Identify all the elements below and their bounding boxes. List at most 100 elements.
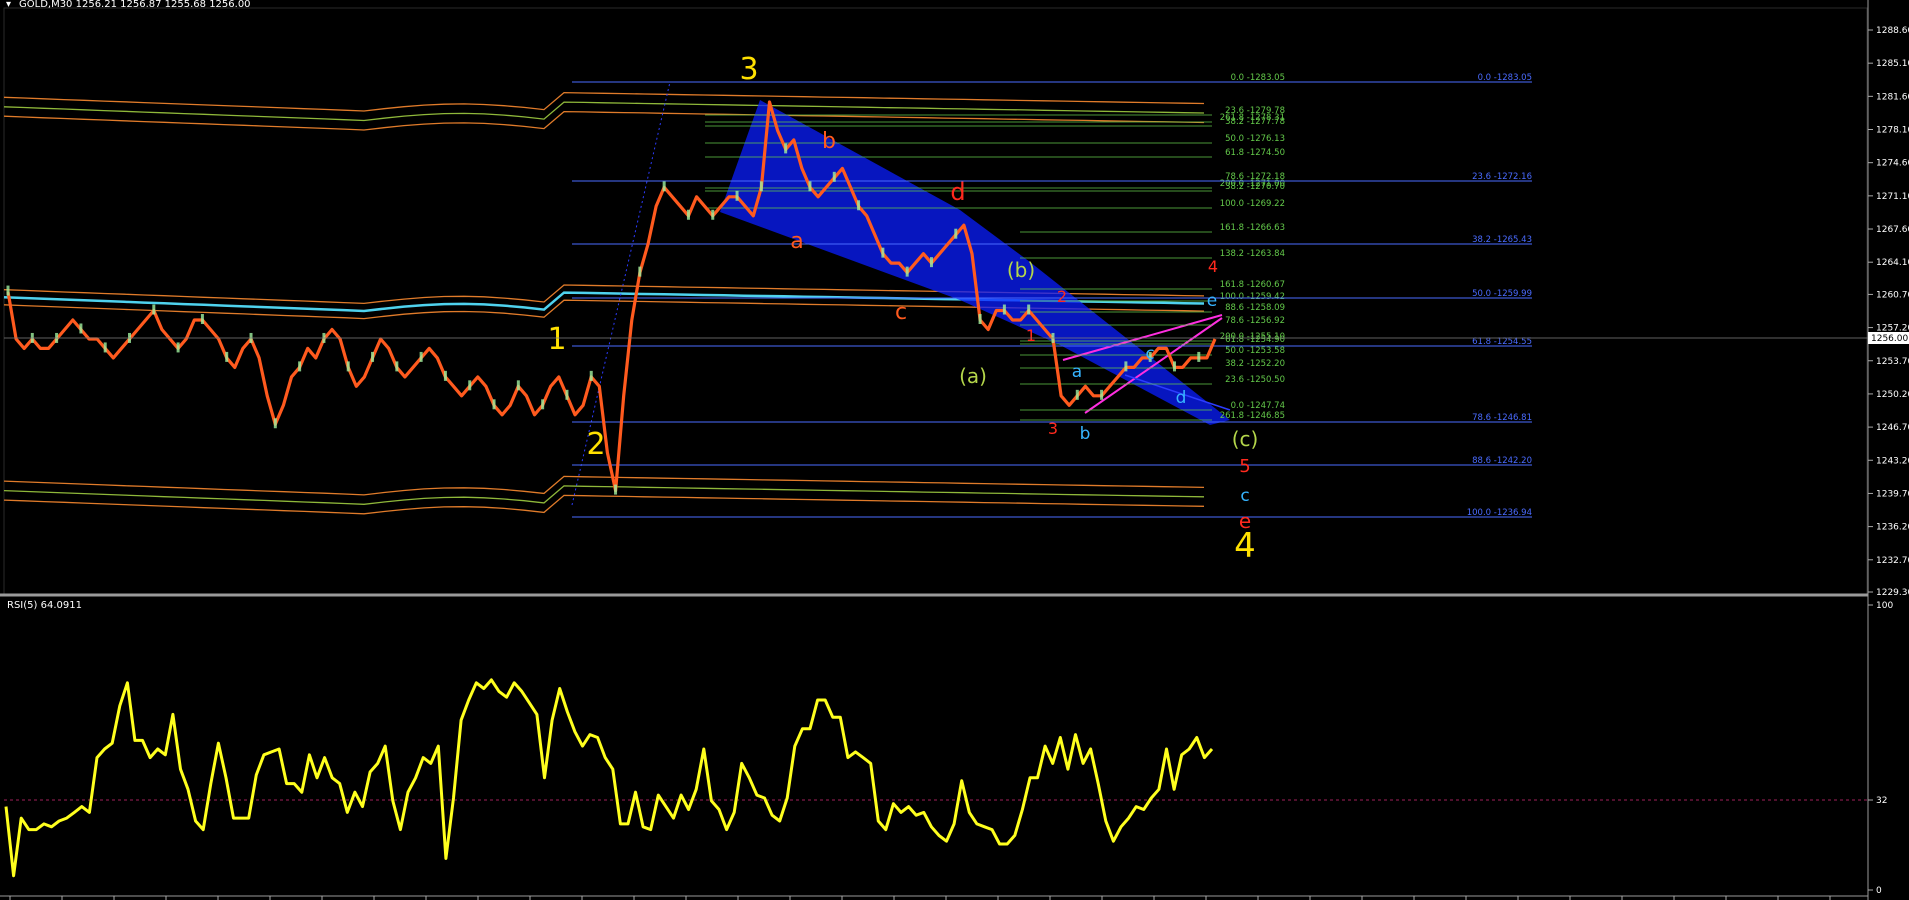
fib-green-label: 50.0 -1276.13 bbox=[1225, 134, 1285, 144]
price-tick-label: 1260.70 bbox=[1876, 290, 1909, 300]
candle-bar bbox=[79, 323, 83, 334]
candle-bar bbox=[225, 351, 229, 362]
fib-green-label: 38.2 -1270.70 bbox=[1225, 182, 1285, 192]
fib-blue-label: 23.6 -1272.16 bbox=[1472, 172, 1532, 182]
fib-blue-label: 38.2 -1265.43 bbox=[1472, 235, 1532, 245]
candle-bar bbox=[1002, 304, 1006, 315]
price-tick-label: 1236.20 bbox=[1876, 523, 1909, 533]
fib-green-label: 161.8 -1266.63 bbox=[1220, 223, 1285, 233]
candle-bar bbox=[881, 247, 885, 258]
candle-bar bbox=[565, 389, 569, 400]
price-tick-label: 1229.30 bbox=[1876, 588, 1909, 598]
price-tick-label: 1288.60 bbox=[1876, 26, 1909, 36]
wave-label-red-1: 1 bbox=[1026, 326, 1036, 345]
candle-bar bbox=[492, 399, 496, 410]
wave-label-cyan-e: e bbox=[1207, 291, 1217, 311]
candle-bar bbox=[443, 370, 447, 381]
fib-blue-label: 100.0 -1236.94 bbox=[1467, 508, 1532, 518]
time-axis bbox=[9, 896, 1831, 900]
candle-bar bbox=[808, 181, 812, 192]
candle-bar bbox=[735, 190, 739, 201]
candle-bar bbox=[1100, 389, 1104, 400]
candle-bar bbox=[857, 200, 861, 211]
candle-bar bbox=[273, 418, 277, 429]
candle-bar bbox=[638, 266, 642, 277]
price-tick-label: 1278.10 bbox=[1876, 126, 1909, 136]
price-tick-label: 1285.10 bbox=[1876, 59, 1909, 69]
fib-green-label: 0.0 -1283.05 bbox=[1231, 73, 1285, 83]
wave-label-red-2: 2 bbox=[1057, 287, 1067, 306]
candle-bar bbox=[176, 342, 180, 353]
wave-label-cyan-c2: c bbox=[1240, 486, 1249, 506]
wave-label-2: 2 bbox=[586, 427, 605, 462]
candle-bar bbox=[662, 181, 666, 192]
candle-bar bbox=[1075, 389, 1079, 400]
fib-green-label: 100.0 -1269.22 bbox=[1220, 199, 1285, 209]
candle-bar bbox=[371, 351, 375, 362]
rsi-series bbox=[4, 678, 1214, 878]
candle-bar bbox=[200, 314, 204, 325]
wave-label-red-5: 5 bbox=[1239, 456, 1250, 477]
price-tick-label: 1274.60 bbox=[1876, 159, 1909, 169]
chart-header-arrow[interactable]: ▾ bbox=[6, 0, 11, 10]
candle-bar bbox=[346, 361, 350, 372]
candle-bar bbox=[6, 285, 10, 296]
candle-bar bbox=[419, 351, 423, 362]
wave-label-cyan-a: a bbox=[1072, 362, 1082, 382]
wave-label-3: 3 bbox=[739, 52, 758, 87]
fib-green-label: 61.8 -1274.50 bbox=[1225, 148, 1285, 158]
candle-bar bbox=[589, 370, 593, 381]
fib-blue-label: 61.8 -1254.55 bbox=[1472, 337, 1532, 347]
wave-label-green-a: (a) bbox=[959, 364, 987, 388]
fib-green-label: 161.8 -1260.67 bbox=[1220, 280, 1285, 290]
wave-label-1: 1 bbox=[547, 322, 566, 357]
candle-bar bbox=[929, 257, 933, 268]
candle-bar bbox=[784, 143, 788, 154]
trading-chart[interactable]: 0.0 -1283.0523.6 -1279.78261.8 -1278.313… bbox=[0, 0, 1909, 900]
wave-label-red-4: 4 bbox=[1208, 257, 1218, 276]
price-pane-frame bbox=[3, 7, 1868, 597]
chart-symbol-line: GOLD,M30 1256.21 1256.87 1255.68 1256.00 bbox=[19, 0, 251, 10]
band-line bbox=[3, 475, 1205, 496]
band-line bbox=[3, 91, 1205, 112]
candle-bar bbox=[298, 361, 302, 372]
candle-bar bbox=[395, 361, 399, 372]
candle-bar bbox=[614, 484, 618, 495]
fib-green-label: 78.6 -1256.92 bbox=[1225, 316, 1285, 326]
price-tick-label: 1264.10 bbox=[1876, 258, 1909, 268]
candle-bar bbox=[103, 342, 107, 353]
candle-bar bbox=[686, 209, 690, 220]
candle-bar bbox=[1197, 351, 1201, 362]
band-line bbox=[3, 101, 1205, 122]
fib-blue-label: 78.6 -1246.81 bbox=[1472, 413, 1532, 423]
band-line bbox=[3, 485, 1205, 505]
candle-bar bbox=[832, 171, 836, 182]
wave-label-cyan-d: d bbox=[1176, 388, 1187, 408]
wave-label-e: e bbox=[1239, 509, 1251, 533]
fib-green-label: 100.0 -1259.42 bbox=[1220, 292, 1285, 302]
wave-label-red-3: 3 bbox=[1048, 419, 1058, 438]
rsi-tick-label: 100 bbox=[1876, 601, 1893, 611]
fib-green-label: 88.6 -1258.09 bbox=[1225, 303, 1285, 313]
price-tick-label: 1250.20 bbox=[1876, 390, 1909, 400]
fib-green-label: 23.6 -1250.50 bbox=[1225, 375, 1285, 385]
price-tick-label: 1271.10 bbox=[1876, 192, 1909, 202]
candle-bar bbox=[516, 380, 520, 391]
fib-blue-label: 0.0 -1283.05 bbox=[1478, 73, 1532, 83]
wave-label-cyan-c: c bbox=[1145, 344, 1154, 364]
fib-green-label: 38.2 -1277.78 bbox=[1225, 117, 1285, 127]
candle-bar bbox=[978, 314, 982, 325]
rsi-line bbox=[4, 678, 1214, 878]
fib-green-label: 138.2 -1263.84 bbox=[1220, 249, 1285, 259]
price-tick-label: 1232.70 bbox=[1876, 556, 1909, 566]
fib-green-label: 61.8 -1254.90 bbox=[1225, 335, 1285, 345]
price-tick-label: 1239.70 bbox=[1876, 489, 1909, 499]
fib-green-label: 0.0 -1247.74 bbox=[1231, 401, 1285, 411]
price-tick-label: 1246.70 bbox=[1876, 423, 1909, 433]
rsi-axis: 100 32 0 bbox=[1868, 601, 1893, 896]
candle-bar bbox=[759, 181, 763, 192]
fib-green-label: 261.8 -1246.85 bbox=[1220, 411, 1285, 421]
wave-label-b: b bbox=[822, 129, 836, 154]
fib-blue-label: 88.6 -1242.20 bbox=[1472, 456, 1532, 466]
fib-green-label: 38.2 -1252.20 bbox=[1225, 359, 1285, 369]
